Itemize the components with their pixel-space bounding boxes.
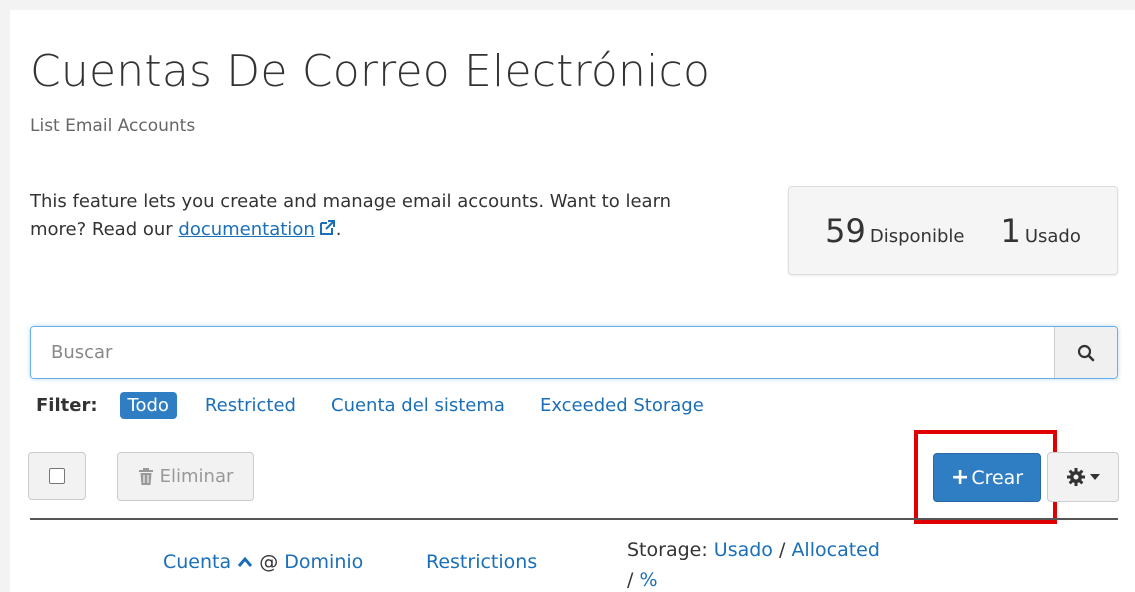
search-icon	[1077, 344, 1095, 361]
table-header-divider	[30, 518, 1118, 520]
search-input[interactable]	[31, 327, 1054, 378]
available-label: Disponible	[869, 225, 965, 247]
available-count: 59	[825, 211, 866, 250]
column-header-restrictions[interactable]: Restrictions	[426, 551, 537, 573]
page: Cuentas De Correo Electrónico List Email…	[10, 10, 1135, 592]
search-button[interactable]	[1054, 327, 1117, 378]
filter-option-exceeded-storage[interactable]: Exceeded Storage	[540, 395, 704, 416]
documentation-link-label[interactable]: documentation	[178, 219, 314, 240]
caret-down-icon	[1090, 474, 1100, 480]
documentation-link[interactable]: documentation	[178, 219, 335, 240]
gear-icon	[1067, 468, 1085, 486]
col-storage-pct-sep: /	[627, 569, 634, 591]
page-title: Cuentas De Correo Electrónico	[30, 46, 711, 97]
create-button[interactable]: + Crear	[933, 453, 1041, 502]
select-all-checkbox-button[interactable]	[28, 452, 86, 500]
description-suffix: .	[335, 219, 342, 240]
used-label: Usado	[1024, 225, 1081, 247]
page-subtitle: List Email Accounts	[30, 116, 196, 136]
filter-option-todo[interactable]: Todo	[119, 392, 177, 419]
trash-icon	[138, 467, 153, 485]
plus-icon: +	[950, 465, 970, 490]
settings-dropdown-button[interactable]	[1047, 452, 1119, 502]
col-domain-label[interactable]: Dominio	[284, 551, 363, 573]
external-link-icon	[319, 220, 335, 235]
create-label: Crear	[971, 466, 1024, 489]
used-count: 1	[1000, 211, 1021, 250]
feature-description: This feature lets you create and manage …	[30, 188, 730, 244]
delete-button[interactable]: Eliminar	[117, 452, 254, 501]
delete-label: Eliminar	[159, 466, 234, 487]
filter-option-system-account[interactable]: Cuenta del sistema	[331, 395, 505, 416]
search-bar	[30, 326, 1118, 379]
col-account-label[interactable]: Cuenta	[163, 551, 231, 573]
filter-bar: Filter: Todo Restricted Cuenta del siste…	[36, 392, 739, 419]
col-at-sign: @	[259, 551, 279, 573]
select-all-checkbox[interactable]	[49, 468, 65, 484]
sort-ascending-icon	[238, 556, 253, 567]
col-storage-sep: /	[778, 539, 786, 561]
column-header-account[interactable]: Cuenta @ Dominio	[163, 551, 363, 573]
filter-label: Filter:	[36, 395, 98, 416]
account-stats: 59 Disponible 1 Usado	[788, 186, 1118, 275]
col-storage-used[interactable]: Usado	[714, 539, 773, 561]
stat-available: 59 Disponible	[825, 212, 964, 250]
filter-option-restricted[interactable]: Restricted	[205, 395, 296, 416]
col-storage-pct[interactable]: %	[639, 569, 657, 591]
col-storage-allocated[interactable]: Allocated	[791, 539, 879, 561]
description-text: This feature lets you create and manage …	[30, 191, 672, 240]
col-storage-label: Storage:	[627, 539, 708, 561]
stat-used: 1 Usado	[1000, 212, 1080, 250]
column-header-storage: Storage: Usado / Allocated / %	[627, 535, 880, 592]
